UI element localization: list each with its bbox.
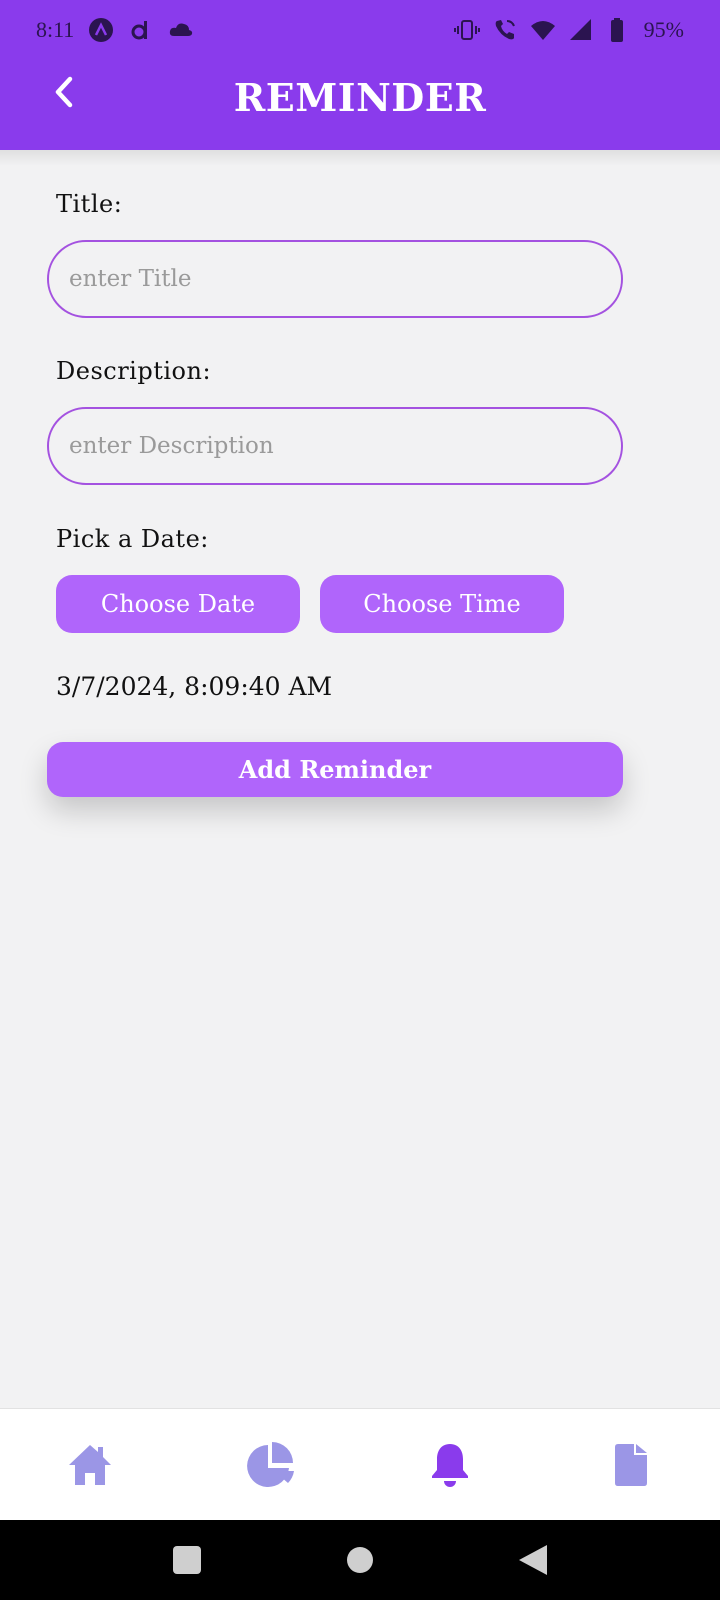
choose-time-button[interactable]: Choose Time: [320, 575, 564, 633]
title-input[interactable]: [47, 240, 623, 318]
status-left: 8:11: [36, 17, 194, 43]
back-nav-button[interactable]: [511, 1538, 555, 1582]
app-a-icon: [89, 18, 114, 42]
nav-home[interactable]: [0, 1409, 180, 1520]
nav-reminders[interactable]: [360, 1409, 540, 1520]
recents-button[interactable]: [165, 1538, 209, 1582]
page-title: REMINDER: [233, 74, 487, 120]
home-icon: [69, 1444, 111, 1485]
chevron-left-icon: [55, 76, 73, 108]
home-button[interactable]: [338, 1538, 382, 1582]
bell-icon: [432, 1443, 468, 1487]
vibrate-icon: [453, 20, 480, 40]
document-icon: [615, 1443, 647, 1486]
battery-icon: [610, 18, 623, 42]
signal-icon: [569, 19, 591, 40]
add-reminder-button[interactable]: Add Reminder: [47, 742, 623, 797]
date-label: Pick a Date:: [56, 525, 209, 553]
status-time: 8:11: [36, 17, 75, 42]
status-right: 95%: [453, 17, 684, 43]
wifi-call-icon: [495, 20, 515, 40]
bottom-nav: [0, 1408, 720, 1520]
battery-percent: 95%: [643, 17, 684, 42]
description-input[interactable]: [47, 407, 623, 485]
top-app-bar: 8:11 95% REMINDER: [0, 0, 720, 150]
description-label: Description:: [56, 357, 212, 385]
nav-documents[interactable]: [540, 1409, 720, 1520]
pie-chart-icon: [247, 1441, 294, 1487]
back-triangle-icon: [519, 1545, 548, 1575]
nav-stats[interactable]: [180, 1409, 360, 1520]
status-bar: 8:11 95%: [0, 0, 720, 60]
back-button[interactable]: [44, 72, 84, 112]
recents-icon: [172, 1546, 201, 1574]
title-label: Title:: [56, 190, 123, 218]
cloud-icon: [170, 23, 193, 36]
choose-date-button[interactable]: Choose Date: [56, 575, 300, 633]
header: REMINDER: [0, 62, 720, 132]
selected-datetime: 3/7/2024, 8:09:40 AM: [56, 672, 333, 701]
header-shadow: [0, 150, 720, 166]
wifi-icon: [530, 21, 555, 40]
app-d-icon: [131, 21, 148, 40]
home-circle-icon: [346, 1547, 373, 1573]
system-nav-bar: [0, 1520, 720, 1600]
